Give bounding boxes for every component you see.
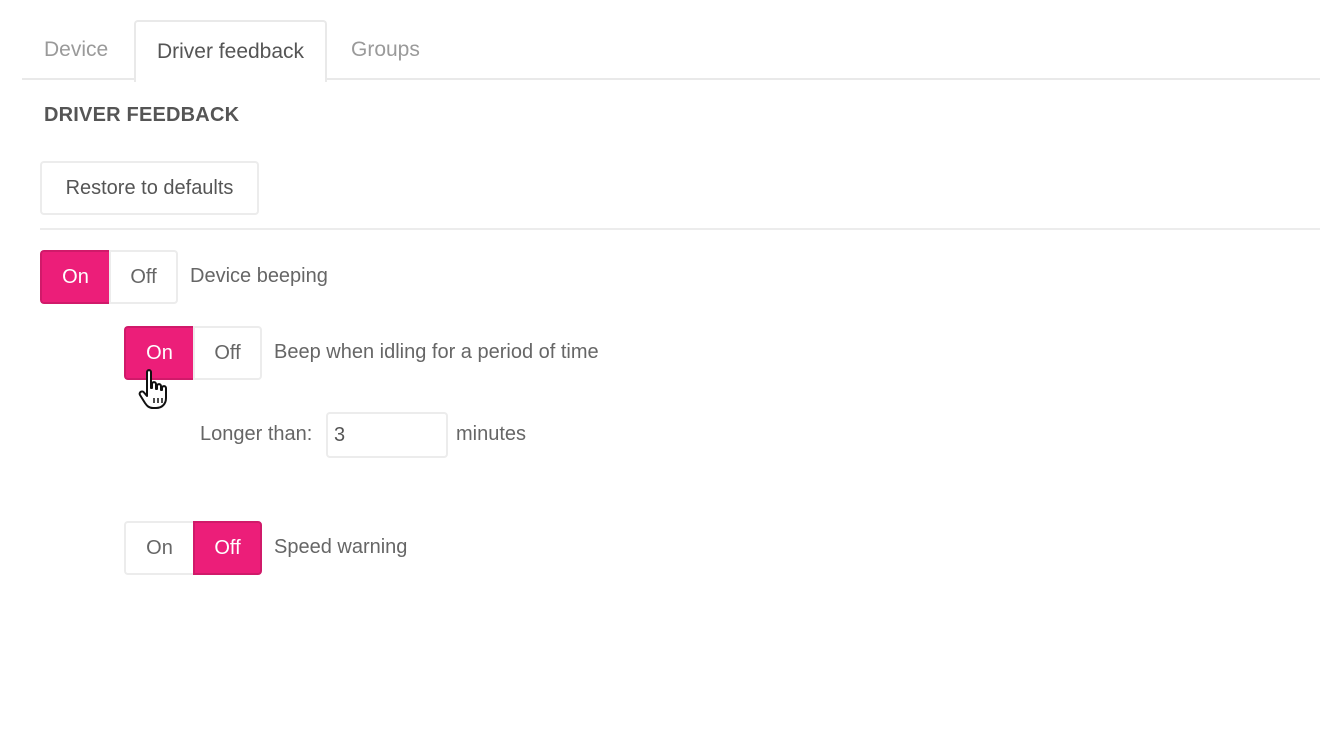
minutes-unit-label: minutes <box>456 423 527 445</box>
speed-warning-label: Speed warning <box>274 536 408 558</box>
beep-idling-label: Beep when idling for a period of time <box>274 341 599 363</box>
tab-device[interactable]: Device <box>44 20 108 80</box>
beep-idling-off-button[interactable]: Off <box>193 326 262 380</box>
divider <box>40 228 1320 230</box>
longer-than-label: Longer than: <box>200 423 313 445</box>
device-beeping-on-button[interactable]: On <box>40 250 109 304</box>
beep-idling-on-button[interactable]: On <box>124 326 193 380</box>
speed-warning-toggle: On Off <box>124 521 262 575</box>
idle-minutes-input[interactable] <box>326 412 448 458</box>
beep-idling-toggle: On Off <box>124 326 262 380</box>
section-title: DRIVER FEEDBACK <box>44 104 240 126</box>
speed-warning-off-button[interactable]: Off <box>193 521 262 575</box>
device-beeping-off-button[interactable]: Off <box>109 250 178 304</box>
tab-groups[interactable]: Groups <box>351 20 420 80</box>
device-beeping-label: Device beeping <box>190 265 328 287</box>
driver-feedback-page: Device Driver feedback Groups DRIVER FEE… <box>0 0 1320 740</box>
device-beeping-toggle: On Off <box>40 250 178 304</box>
restore-defaults-button[interactable]: Restore to defaults <box>40 161 259 215</box>
tab-bar: Device Driver feedback Groups <box>22 20 1320 82</box>
tab-driver-feedback[interactable]: Driver feedback <box>134 20 327 82</box>
speed-warning-on-button[interactable]: On <box>124 521 193 575</box>
